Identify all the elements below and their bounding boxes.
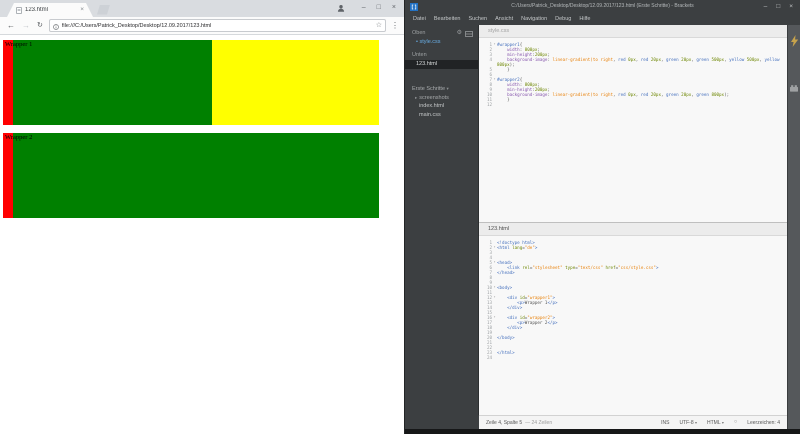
menu-item[interactable]: Navigation <box>517 13 551 25</box>
tree-item-main-css[interactable]: main.css <box>405 111 478 120</box>
code-line[interactable]: 12 <box>479 102 787 107</box>
menu-item[interactable]: Debug <box>551 13 575 25</box>
line-count: — 24 Zeilen <box>525 420 552 426</box>
menu-item[interactable]: Bearbeiten <box>430 13 465 25</box>
rendered-wrapper1-box: Wrapper 1 <box>3 40 379 125</box>
gear-icon[interactable]: ⚙ <box>457 29 462 38</box>
browser-window: 123.html × – □ × ← → ↻ file:///C:/Users <box>0 0 404 434</box>
wrapper1-text: Wrapper 1 <box>3 40 379 48</box>
tree-item-screenshots[interactable]: ▸screenshots <box>405 93 478 102</box>
brackets-sidebar: Oben ⚙ • style.css Unten 123.html <box>405 25 479 415</box>
back-button[interactable]: ← <box>7 18 15 34</box>
tab-title: 123.html <box>25 7 80 13</box>
line-number: 24 <box>479 355 492 360</box>
encoding-select[interactable]: UTF-8 ▾ <box>679 420 697 426</box>
browser-menu-icon[interactable]: ⋮ <box>391 21 399 30</box>
fold-gutter <box>492 355 497 360</box>
menu-item[interactable]: Suchen <box>464 13 491 25</box>
lint-status-icon[interactable]: ○ <box>734 420 737 425</box>
statusbar: Zeile 4, Spalte 5 — 24 Zeilen INS UTF-8 … <box>479 415 787 429</box>
chevron-down-icon: ▾ <box>695 420 697 425</box>
menu-item[interactable]: Ansicht <box>491 13 517 25</box>
maximize-button[interactable]: □ <box>377 0 381 15</box>
workingset-file-style-css[interactable]: • style.css <box>405 38 478 47</box>
live-preview-icon[interactable] <box>790 34 799 52</box>
browser-viewport: Wrapper 1 Wrapper 2 <box>0 35 404 434</box>
tab-close-icon[interactable]: × <box>80 7 84 13</box>
page-info-icon[interactable] <box>53 17 59 35</box>
pane-header-123-html: 123.html <box>479 223 787 236</box>
workingset-header-top: Oben ⚙ <box>405 29 478 38</box>
pane-top-label: Oben <box>412 29 425 38</box>
workingset-file-123-html[interactable]: 123.html <box>405 60 478 69</box>
brackets-window: C:/Users/Patrick_Desktop/Desktop/12.09.2… <box>404 0 800 434</box>
bookmark-star-icon[interactable]: ☆ <box>376 21 382 31</box>
file-tree: ▸screenshotsindex.htmlmain.css <box>405 93 478 120</box>
modified-dot-icon: • <box>416 39 418 45</box>
browser-tab[interactable]: 123.html × <box>7 3 93 17</box>
window-title: C:/Users/Patrick_Desktop/Desktop/12.09.2… <box>511 3 694 9</box>
forward-button[interactable]: → <box>22 18 30 34</box>
split-view-icon[interactable] <box>465 31 473 37</box>
code-editor-style-css[interactable]: 1▾#wrapper1{2 width: 800px;3 min-height:… <box>479 38 787 222</box>
new-tab-button[interactable] <box>97 5 110 15</box>
refresh-button[interactable]: ↻ <box>37 18 43 34</box>
menu-item[interactable]: Hilfe <box>575 13 594 25</box>
chevron-down-icon: ▾ <box>722 420 724 425</box>
chevron-down-icon: ▾ <box>447 86 449 91</box>
close-button[interactable]: × <box>392 0 396 15</box>
window-bottom-edge <box>405 429 800 434</box>
extension-manager-icon[interactable] <box>789 79 799 97</box>
address-bar[interactable]: file:///C:/Users/Patrick_Desktop/Desktop… <box>49 19 386 32</box>
rendered-wrapper2-box: Wrapper 2 <box>3 133 379 218</box>
close-button[interactable]: × <box>789 0 793 13</box>
browser-tabstrip: 123.html × – □ × <box>0 0 404 17</box>
code-editor-123-html[interactable]: 1<!doctype html>2▾<html lang="de">345▾<h… <box>479 236 787 415</box>
code-line[interactable]: 4 background-image: linear-gradient(to r… <box>479 57 787 62</box>
insert-mode-toggle[interactable]: INS <box>661 420 669 426</box>
brackets-right-toolbar <box>787 25 800 429</box>
project-dropdown[interactable]: Erste Schritte ▾ <box>405 84 478 93</box>
indent-setting[interactable]: Leerzeichen: 4 <box>747 420 780 426</box>
editor-pane-top: style.css 1▾#wrapper1{2 width: 800px;3 m… <box>479 25 787 222</box>
brackets-titlebar: C:/Users/Patrick_Desktop/Desktop/12.09.2… <box>405 0 800 13</box>
fold-gutter <box>492 102 497 107</box>
workingset-header-bottom: Unten <box>405 51 478 60</box>
code-line[interactable]: 24 <box>479 355 787 360</box>
wrapper2-text: Wrapper 2 <box>3 133 379 141</box>
cursor-position: Zeile 4, Spalte 5 <box>486 420 522 426</box>
pane-bottom-label: Unten <box>412 51 427 60</box>
screen: 123.html × – □ × ← → ↻ file:///C:/Users <box>0 0 800 434</box>
menubar: DateiBearbeitenSuchenAnsichtNavigationDe… <box>405 13 800 25</box>
minimize-button[interactable]: – <box>362 0 366 15</box>
editor-area: style.css 1▾#wrapper1{2 width: 800px;3 m… <box>479 25 787 415</box>
maximize-button[interactable]: □ <box>776 0 780 13</box>
minimize-button[interactable]: – <box>764 0 768 13</box>
url-text: file:///C:/Users/Patrick_Desktop/Desktop… <box>62 23 376 29</box>
language-select[interactable]: HTML ▾ <box>707 420 724 426</box>
browser-toolbar: ← → ↻ file:///C:/Users/Patrick_Desktop/D… <box>0 17 404 35</box>
line-number: 12 <box>479 102 492 107</box>
tree-item-index-html[interactable]: index.html <box>405 102 478 111</box>
pane-header-style-css: style.css <box>479 25 787 38</box>
profile-icon[interactable] <box>337 4 345 12</box>
folder-caret-icon: ▸ <box>415 95 417 100</box>
editor-pane-bottom: 123.html 1<!doctype html>2▾<html lang="d… <box>479 222 787 415</box>
brackets-logo-icon <box>410 3 418 17</box>
